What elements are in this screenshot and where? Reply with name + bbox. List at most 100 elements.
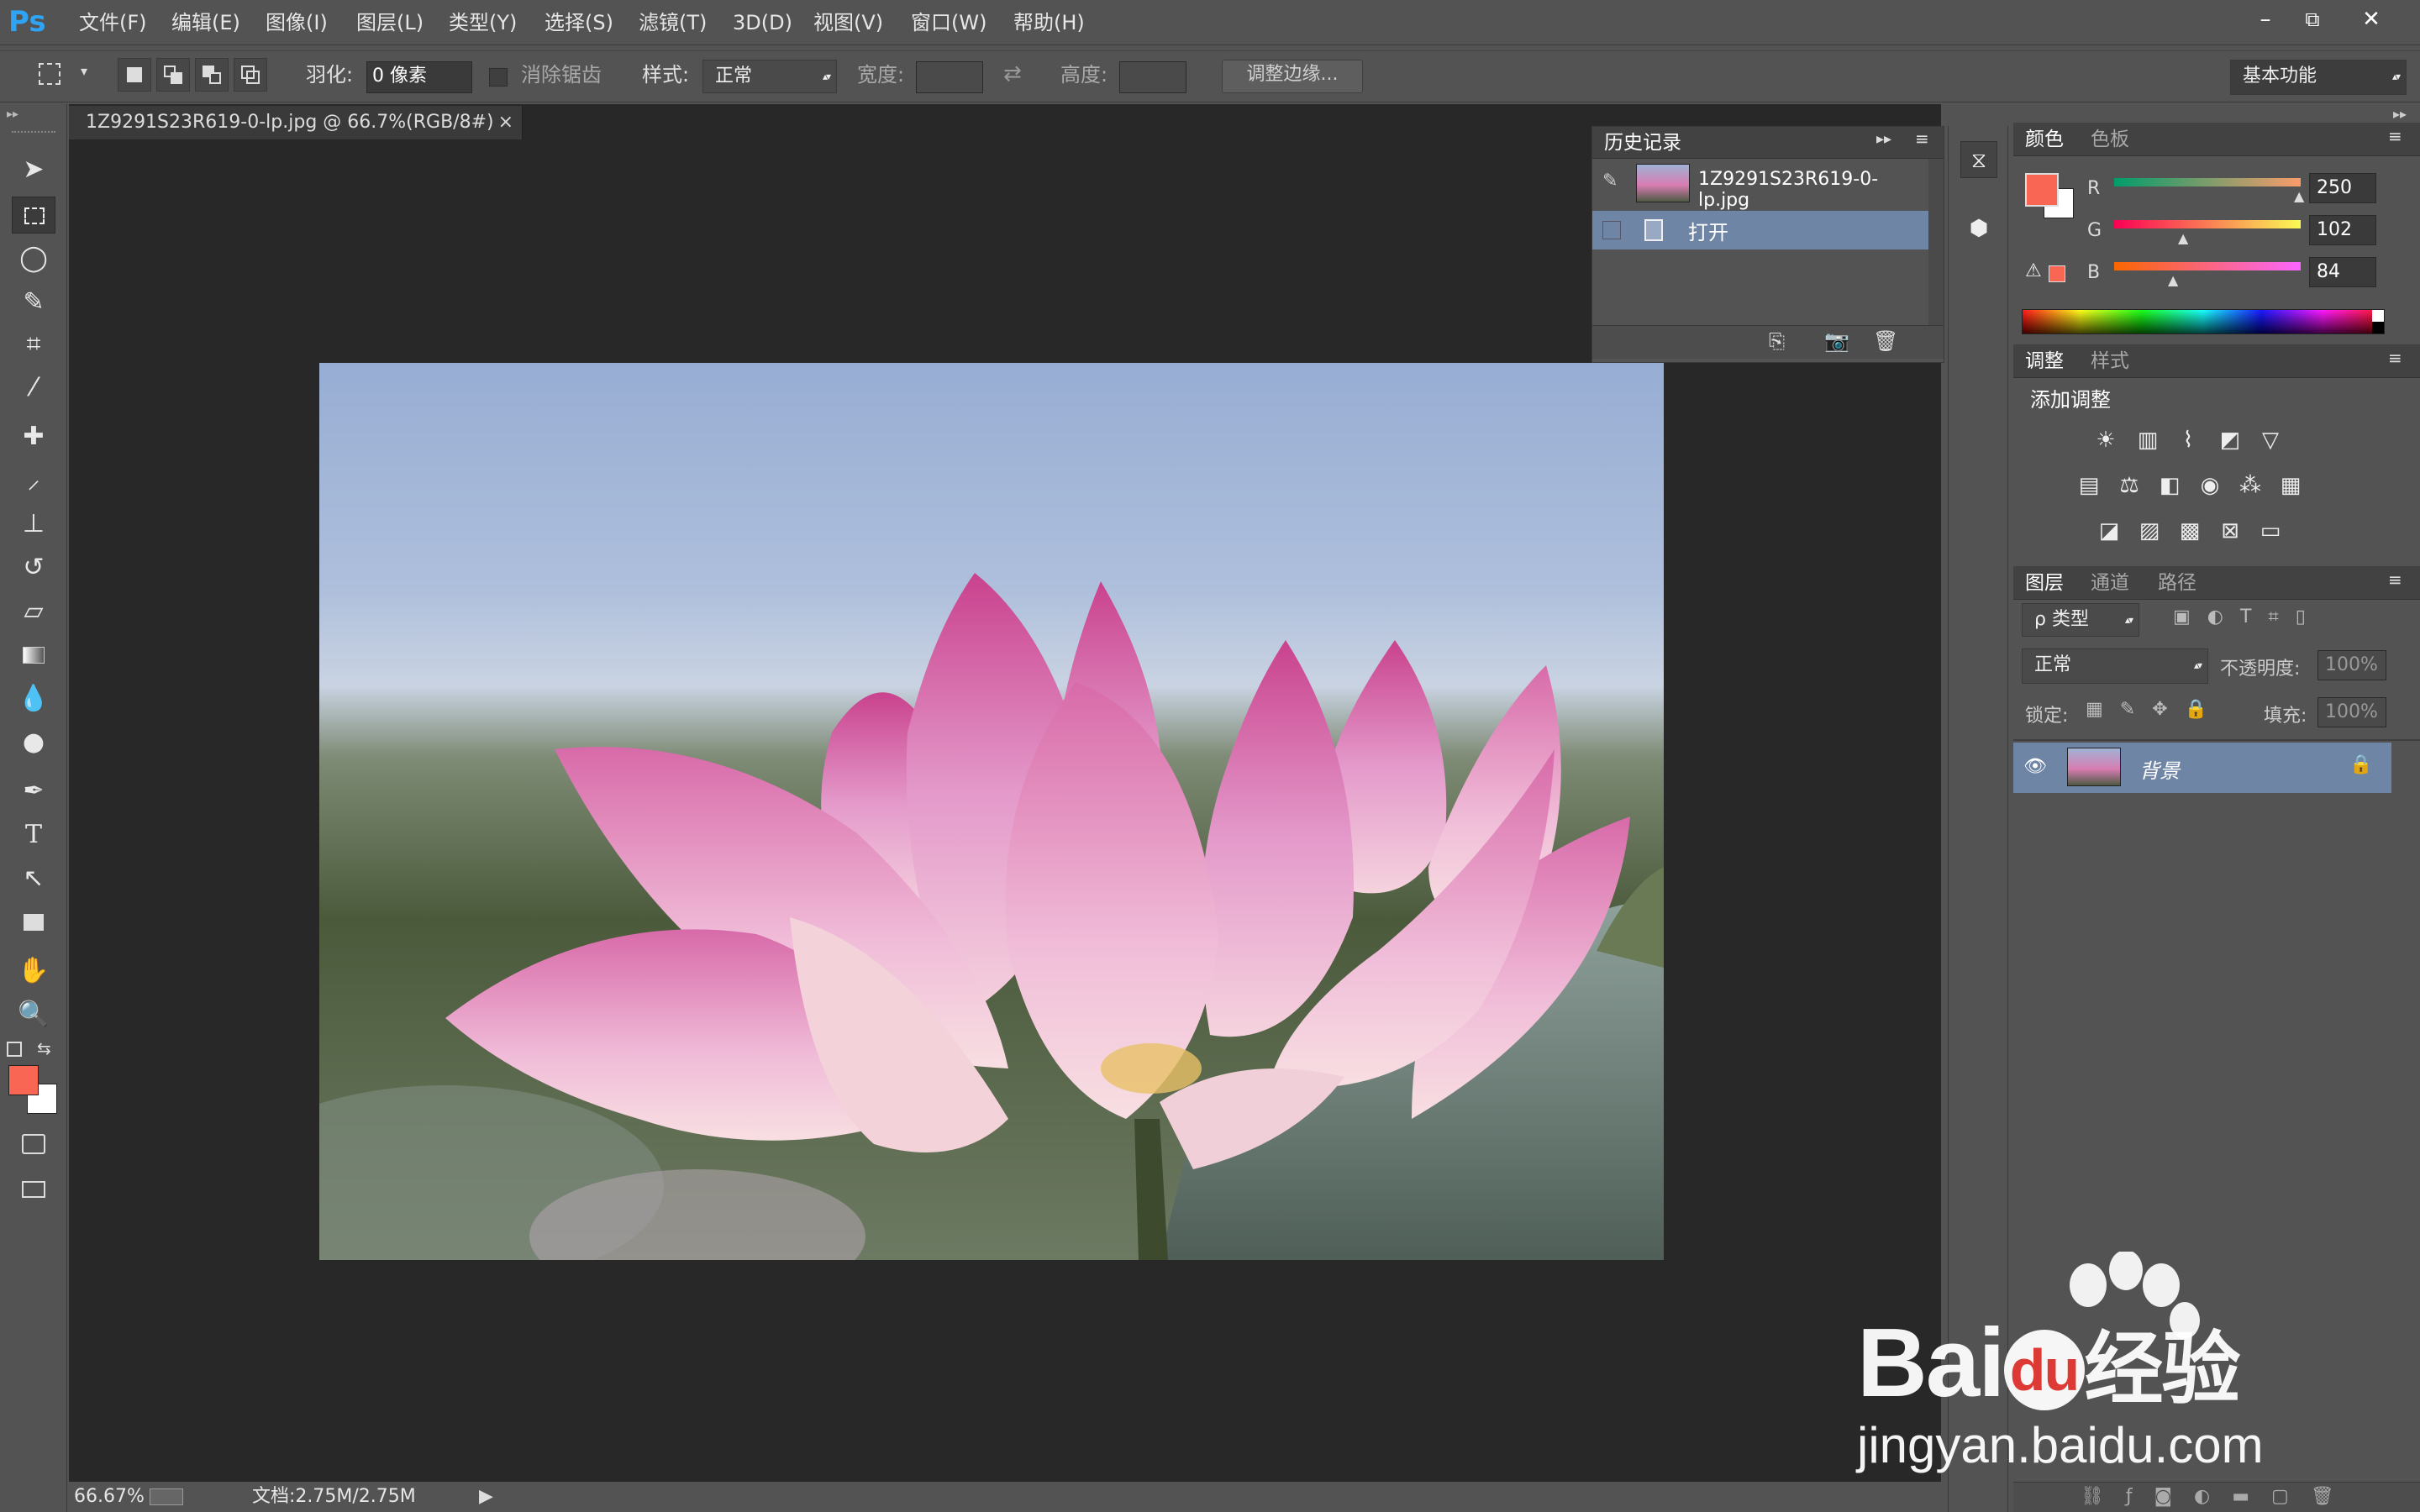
menu-help[interactable]: 帮助(H) xyxy=(1013,8,1085,37)
lock-options-icons[interactable]: ▦✎✥🔒 xyxy=(2086,699,2224,720)
threshold-icon[interactable]: ▩ xyxy=(2175,516,2205,546)
workspace-select[interactable]: 基本功能 xyxy=(2230,60,2407,95)
lasso-tool-icon[interactable]: ◯ xyxy=(12,240,55,277)
document-tab[interactable]: 1Z9291S23R619-0-lp.jpg @ 66.7%(RGB/8#) × xyxy=(69,106,523,139)
marquee-tool-icon[interactable] xyxy=(12,197,55,234)
gamut-color-swatch[interactable] xyxy=(2049,265,2065,282)
toolbox-grip[interactable] xyxy=(12,131,55,134)
trash-icon[interactable]: 🗑 xyxy=(1873,329,1898,353)
subtract-selection-icon[interactable] xyxy=(195,58,229,92)
menu-select[interactable]: 选择(S) xyxy=(544,8,613,37)
r-slider-thumb[interactable]: ▲ xyxy=(2294,188,2304,204)
color-lookup-icon[interactable]: ▦ xyxy=(2275,470,2306,501)
fill-input[interactable]: 100% xyxy=(2317,697,2386,727)
posterize-icon[interactable]: ▨ xyxy=(2134,516,2165,546)
dock-collapse-icon[interactable]: ▸▸ xyxy=(2393,106,2407,122)
history-scrollbar[interactable] xyxy=(1928,159,1944,327)
hue-saturation-icon[interactable]: ▤ xyxy=(2074,470,2104,501)
levels-icon[interactable]: ▥ xyxy=(2133,425,2163,455)
invert-icon[interactable]: ◪ xyxy=(2094,516,2124,546)
panel-menu-icon[interactable]: ≡ xyxy=(1915,129,1929,149)
b-value-input[interactable]: 84 xyxy=(2309,257,2376,287)
history-step-checkbox[interactable] xyxy=(1602,221,1621,239)
tab-channels[interactable]: 通道 xyxy=(2091,568,2129,598)
history-brush-source-icon[interactable]: ✎ xyxy=(1602,171,1618,192)
blend-mode-select[interactable]: 正常 xyxy=(2022,648,2208,684)
vibrance-icon[interactable]: ▽ xyxy=(2255,425,2286,455)
camera-icon[interactable]: 📷 xyxy=(1824,329,1849,353)
new-document-from-state-icon[interactable]: ⎘ xyxy=(1769,329,1785,353)
type-tool-icon[interactable]: T xyxy=(12,816,55,853)
b-slider[interactable] xyxy=(2114,262,2301,270)
quick-selection-tool-icon[interactable]: ✎ xyxy=(12,284,55,321)
gradient-tool-icon[interactable] xyxy=(12,637,55,674)
exposure-icon[interactable]: ◩ xyxy=(2215,425,2245,455)
3d-panel-icon[interactable]: ⬢ xyxy=(1960,210,1997,247)
brush-tool-icon[interactable]: ⸝ xyxy=(12,462,55,499)
eye-icon[interactable]: 👁 xyxy=(2023,756,2047,777)
photo-filter-icon[interactable]: ◉ xyxy=(2195,470,2225,501)
antialias-checkbox[interactable] xyxy=(489,68,508,87)
layer-name[interactable]: 背景 xyxy=(2139,754,2180,784)
history-panel-icon[interactable]: ⧖ xyxy=(1960,141,1997,178)
eyedropper-tool-icon[interactable]: ⁄ xyxy=(12,370,55,407)
color-balance-icon[interactable]: ⚖ xyxy=(2114,470,2144,501)
screen-mode-icon[interactable] xyxy=(12,1171,55,1208)
tab-swatches[interactable]: 色板 xyxy=(2091,124,2129,155)
history-step-row[interactable]: 打开 xyxy=(1592,211,1928,249)
r-value-input[interactable]: 250 xyxy=(2309,173,2376,203)
move-tool-icon[interactable]: ➤ xyxy=(12,151,55,188)
default-colors-icon[interactable] xyxy=(7,1042,22,1057)
menu-layer[interactable]: 图层(L) xyxy=(356,8,424,37)
history-brush-tool-icon[interactable]: ↺ xyxy=(12,549,55,586)
gradient-map-icon[interactable]: ▭ xyxy=(2255,516,2286,546)
add-selection-icon[interactable] xyxy=(156,58,190,92)
chevron-down-icon[interactable]: ▾ xyxy=(81,63,87,79)
zoom-tool-icon[interactable]: 🔍 xyxy=(12,996,55,1033)
lotus-photo[interactable] xyxy=(319,363,1664,1260)
path-selection-tool-icon[interactable]: ↖ xyxy=(12,860,55,897)
healing-brush-tool-icon[interactable]: ✚ xyxy=(12,418,55,455)
crop-tool-icon[interactable]: ⌗ xyxy=(12,326,55,363)
rectangle-tool-icon[interactable] xyxy=(12,904,55,941)
panel-menu-icon[interactable]: ≡ xyxy=(2388,126,2402,146)
tab-paths[interactable]: 路径 xyxy=(2158,568,2196,598)
selective-color-icon[interactable]: ⊠ xyxy=(2215,516,2245,546)
g-slider[interactable] xyxy=(2114,220,2301,228)
tab-layers[interactable]: 图层 xyxy=(2025,568,2064,598)
layer-filter-icons[interactable]: ▣◐T⌗▯ xyxy=(2173,606,2323,627)
color-ramp[interactable] xyxy=(2022,309,2385,334)
layer-actions-icons[interactable]: ⛓ƒ◙◐▬▢🗑 xyxy=(2081,1486,2356,1507)
zoom-level[interactable]: 66.67% xyxy=(74,1482,145,1512)
close-tab-icon[interactable]: × xyxy=(498,106,513,139)
layer-row-background[interactable]: 👁 背景 🔒 xyxy=(2013,743,2391,793)
restore-button[interactable]: ⧉ xyxy=(2287,3,2338,35)
menu-edit[interactable]: 编辑(E) xyxy=(171,8,240,37)
tab-adjustments[interactable]: 调整 xyxy=(2025,346,2064,376)
pen-tool-icon[interactable]: ✒ xyxy=(12,773,55,810)
r-slider[interactable] xyxy=(2114,178,2301,186)
menu-image[interactable]: 图像(I) xyxy=(266,8,328,37)
dodge-tool-icon[interactable]: ● xyxy=(12,724,55,761)
quick-mask-icon[interactable] xyxy=(12,1126,55,1163)
style-select[interactable]: 正常 xyxy=(702,60,837,93)
menu-window[interactable]: 窗口(W) xyxy=(911,8,986,37)
eraser-tool-icon[interactable]: ▱ xyxy=(12,593,55,630)
b-slider-thumb[interactable]: ▲ xyxy=(2168,272,2178,288)
opacity-input[interactable]: 100% xyxy=(2317,650,2386,680)
tab-history[interactable]: 历史记录 xyxy=(1604,128,1681,158)
g-value-input[interactable]: 102 xyxy=(2309,215,2376,245)
blur-tool-icon[interactable]: 💧 xyxy=(12,680,55,717)
gamut-warning-icon[interactable]: ⚠ xyxy=(2025,260,2042,281)
g-slider-thumb[interactable]: ▲ xyxy=(2178,230,2188,246)
menu-3d[interactable]: 3D(D) xyxy=(733,8,792,37)
tab-styles[interactable]: 样式 xyxy=(2091,346,2129,376)
layer-filter-kind[interactable]: ρ 类型 xyxy=(2022,603,2139,637)
foreground-color-swatch[interactable] xyxy=(8,1065,39,1095)
panel-menu-icon[interactable]: ≡ xyxy=(2388,348,2402,368)
feather-input[interactable]: 0 像素 xyxy=(366,61,472,93)
collapse-icon[interactable]: ▸▸ xyxy=(7,108,18,121)
panel-menu-icon[interactable]: ≡ xyxy=(2388,570,2402,590)
intersect-selection-icon[interactable] xyxy=(234,58,267,92)
curves-icon[interactable]: ⌇ xyxy=(2173,425,2203,455)
